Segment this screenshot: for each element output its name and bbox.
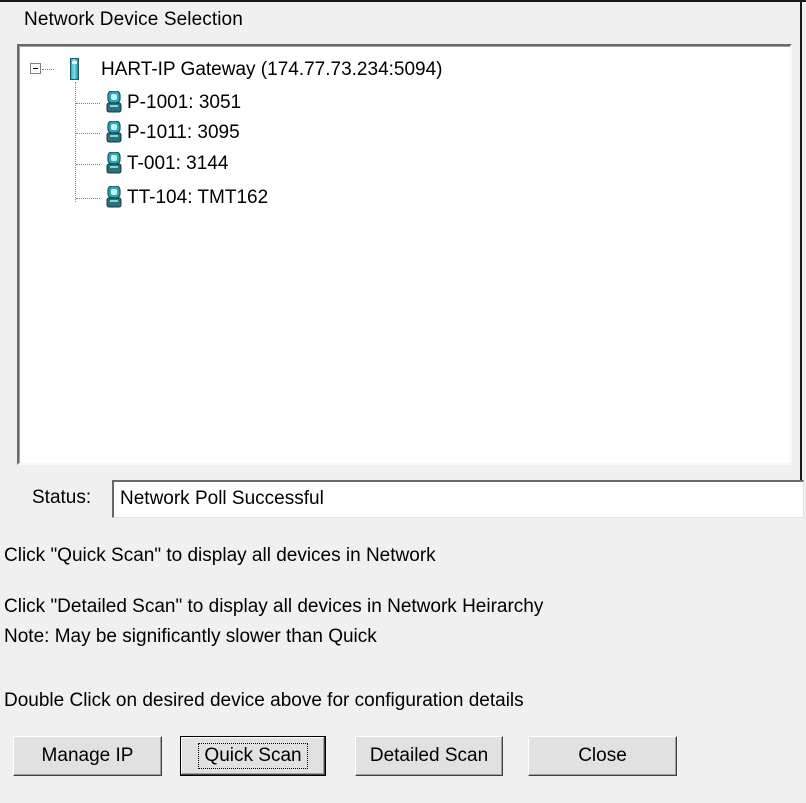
top-border <box>0 0 806 2</box>
field-device-icon <box>106 152 122 174</box>
tree-item-label: P-1011: 3095 <box>127 122 240 143</box>
field-device-icon <box>106 121 122 143</box>
field-device-icon <box>106 91 122 113</box>
network-device-selection-dialog: Network Device Selection HART-IP Gateway… <box>0 0 806 803</box>
tree-item-device[interactable]: T-001: 3144 <box>125 149 230 179</box>
tree-connector <box>76 198 100 199</box>
right-border <box>800 0 802 480</box>
field-device-icon <box>106 186 122 208</box>
close-button[interactable]: Close <box>528 736 677 776</box>
tree-connector <box>76 133 100 134</box>
tree-item-device[interactable]: TT-104: TMT162 <box>125 183 270 213</box>
tree-item-label: TT-104: TMT162 <box>127 187 269 208</box>
tree-item-gateway[interactable]: HART-IP Gateway (174.77.73.234:5094) <box>99 55 445 85</box>
detailed-scan-button[interactable]: Detailed Scan <box>355 736 503 776</box>
tree-item-label: T-001: 3144 <box>127 153 229 174</box>
group-title: Network Device Selection <box>24 9 243 30</box>
status-label: Status: <box>32 487 92 508</box>
detailed-scan-note: Note: May be significantly slower than Q… <box>4 626 377 647</box>
quick-scan-label: Quick Scan <box>198 743 308 769</box>
double-click-hint: Double Click on desired device above for… <box>4 690 524 711</box>
tree-item-device[interactable]: P-1001: 3051 <box>125 88 243 118</box>
tree-connector <box>76 103 100 104</box>
tree-item-device[interactable]: P-1011: 3095 <box>125 118 242 148</box>
collapse-toggle-icon[interactable] <box>30 63 41 74</box>
quick-scan-hint: Click "Quick Scan" to display all device… <box>4 545 436 566</box>
detailed-scan-hint: Click "Detailed Scan" to display all dev… <box>4 596 544 617</box>
tree-connector <box>42 69 54 70</box>
tree-connector <box>75 82 76 202</box>
manage-ip-button[interactable]: Manage IP <box>13 736 162 776</box>
tree-item-label: HART-IP Gateway (174.77.73.234:5094) <box>101 59 443 80</box>
quick-scan-button[interactable]: Quick Scan <box>180 736 326 776</box>
device-tree[interactable]: HART-IP Gateway (174.77.73.234:5094) P-1… <box>17 44 792 465</box>
tree-connector <box>76 164 100 165</box>
gateway-icon <box>70 58 79 80</box>
tree-item-label: P-1001: 3051 <box>127 92 242 113</box>
status-field[interactable]: Network Poll Successful <box>112 480 804 518</box>
